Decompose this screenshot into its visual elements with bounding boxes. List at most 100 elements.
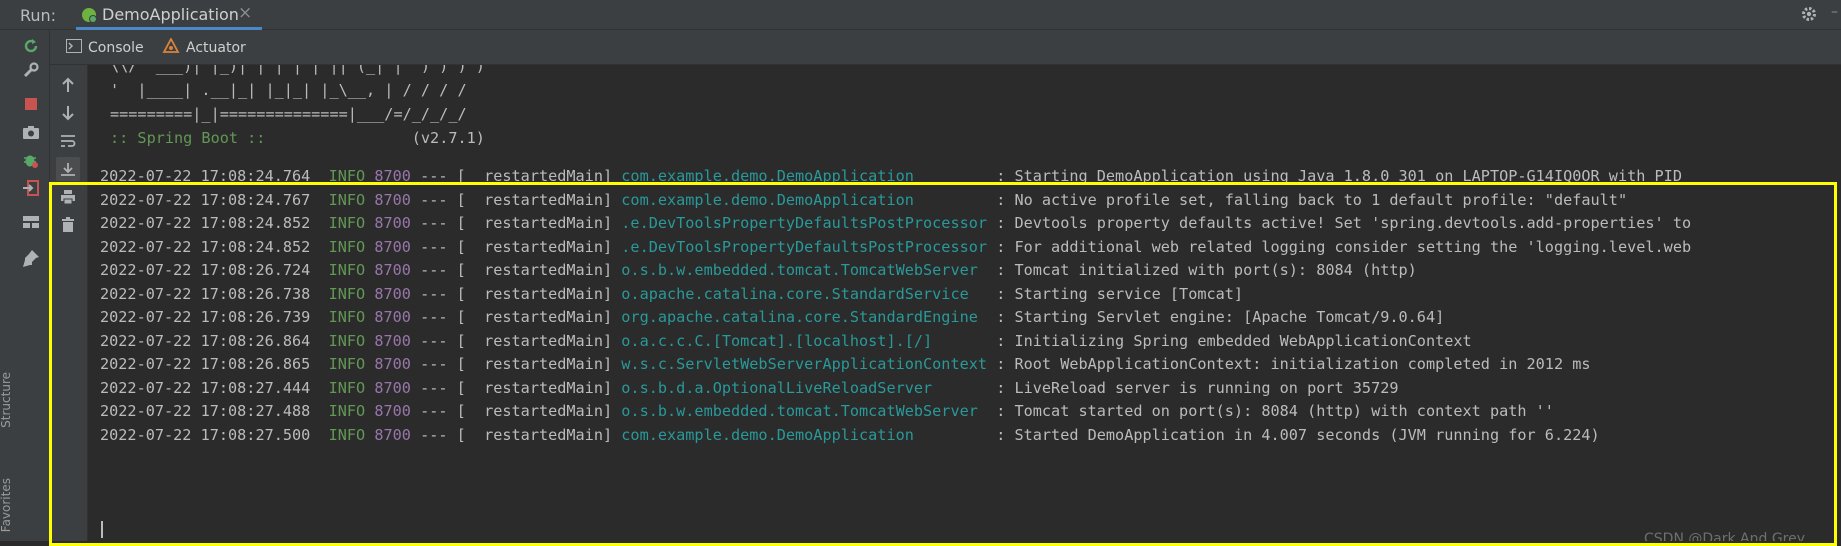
log-pid: 8700 [374,331,411,350]
log-message: : Root WebApplicationContext: initializa… [996,355,1591,373]
log-timestamp: 2022-07-22 17:08:27.444 [100,378,311,397]
log-thread: [ restartedMain] [456,308,613,326]
tab-console-label: Console [88,39,144,56]
actuator-icon [162,36,180,58]
log-line: 2022-07-22 17:08:27.444 INFO 8700 --- [ … [100,377,1399,399]
log-pid: 8700 [374,378,411,397]
camera-icon[interactable] [19,120,43,144]
log-logger: .e.DevToolsPropertyDefaultsPostProcessor [621,237,988,256]
log-logger: .e.DevToolsPropertyDefaultsPostProcessor [621,214,988,232]
run-label: Run: [20,6,57,25]
gear-icon[interactable] [1800,5,1818,27]
side-tool-strip: Structure Favorites [0,370,13,541]
log-line: 2022-07-22 17:08:24.767 INFO 8700 --- [ … [100,189,1627,211]
log-logger: o.a.c.c.C.[Tomcat].[localhost].[/] [621,331,988,350]
log-timestamp: 2022-07-22 17:08:24.767 [100,190,311,209]
log-line: 2022-07-22 17:08:26.724 INFO 8700 --- [ … [100,259,1417,281]
scroll-to-end-icon[interactable] [56,157,80,181]
soft-wrap-icon[interactable] [56,129,80,153]
tab-console[interactable]: Console [66,30,144,65]
log-pid: 8700 [374,284,411,303]
console-output[interactable]: \\/ ___)| |_)| | | | | || (_| | ) ) ) ) … [88,65,1841,541]
close-icon[interactable]: × [238,3,252,23]
log-message: : Starting service [Tomcat] [996,284,1244,303]
rerun-icon[interactable] [19,34,43,58]
log-thread: [ restartedMain] [456,355,613,373]
log-level: INFO [328,355,366,373]
log-pid: 8700 [374,167,411,185]
log-message: : LiveReload server is running on port 3… [996,378,1399,397]
log-timestamp: 2022-07-22 17:08:24.852 [100,214,311,232]
run-tab-title: DemoApplication [102,5,239,24]
trash-icon[interactable] [56,213,80,237]
log-separator: --- [420,214,448,232]
log-timestamp: 2022-07-22 17:08:26.864 [100,331,311,350]
log-logger: com.example.demo.DemoApplication [621,190,988,209]
watermark: CSDN @Dark And Grey [1644,531,1806,541]
log-timestamp: 2022-07-22 17:08:24.764 [100,167,311,185]
log-separator: --- [420,402,448,420]
arrow-up-icon[interactable] [56,73,80,97]
log-level: INFO [328,284,366,303]
log-message: : Started DemoApplication in 4.007 secon… [996,425,1600,444]
log-pid: 8700 [374,355,411,373]
log-logger: com.example.demo.DemoApplication [621,425,988,444]
log-thread: [ restartedMain] [456,237,613,256]
log-separator: --- [420,167,448,185]
bug-icon[interactable] [19,148,43,172]
log-separator: --- [420,378,448,397]
favorites-side-tab[interactable]: Favorites [0,478,13,532]
log-pid: 8700 [374,214,411,232]
structure-side-tab[interactable]: Structure [0,372,13,428]
log-pid: 8700 [374,402,411,420]
log-timestamp: 2022-07-22 17:08:27.500 [100,425,311,444]
log-separator: --- [420,308,448,326]
log-timestamp: 2022-07-22 17:08:26.739 [100,308,311,326]
run-tab-demoapplication[interactable]: DemoApplication × [76,0,262,30]
log-level: INFO [328,167,366,185]
log-message: : For additional web related logging con… [996,237,1692,256]
log-level: INFO [328,190,366,209]
log-pid: 8700 [374,308,411,326]
log-thread: [ restartedMain] [456,190,613,209]
spring-boot-label: :: Spring Boot :: [110,129,266,147]
log-thread: [ restartedMain] [456,425,613,444]
log-message: : Starting Servlet engine: [Apache Tomca… [996,308,1445,326]
log-level: INFO [328,237,366,256]
console-toolbar [50,65,88,541]
log-pid: 8700 [374,190,411,209]
run-toolwindow-header: Run: DemoApplication × – [0,0,1841,30]
log-timestamp: 2022-07-22 17:08:27.488 [100,402,311,420]
tab-actuator[interactable]: Actuator [162,30,246,65]
minimize-icon[interactable]: – [1831,4,1838,20]
stop-icon[interactable] [19,92,43,116]
log-level: INFO [328,378,366,397]
log-message: : Starting DemoApplication using Java 1.… [996,167,1682,185]
pin-icon[interactable] [19,246,43,270]
layout-icon[interactable] [19,210,43,234]
log-line: 2022-07-22 17:08:24.852 INFO 8700 --- [ … [100,212,1691,234]
log-separator: --- [420,261,448,279]
log-separator: --- [420,237,448,256]
log-thread: [ restartedMain] [456,402,613,420]
log-timestamp: 2022-07-22 17:08:26.865 [100,355,311,373]
log-level: INFO [328,402,366,420]
arrow-down-icon[interactable] [56,101,80,125]
log-level: INFO [328,331,366,350]
spring-boot-version-line: :: Spring Boot :: (v2.7.1) [110,129,485,147]
run-subtabs: Console Actuator [50,30,1841,65]
log-thread: [ restartedMain] [456,167,613,185]
wrench-icon[interactable] [19,58,43,82]
log-line: 2022-07-22 17:08:26.738 INFO 8700 --- [ … [100,283,1243,305]
log-thread: [ restartedMain] [456,261,613,279]
exit-icon[interactable] [19,176,43,200]
spring-app-icon [80,6,98,28]
banner-line: ' |____| .__|_| |_|_| |_\__, | / / / / [110,81,467,99]
log-line: 2022-07-22 17:08:26.739 INFO 8700 --- [ … [100,306,1444,328]
print-icon[interactable] [56,185,80,209]
log-logger: w.s.c.ServletWebServerApplicationContext [621,355,988,373]
log-thread: [ restartedMain] [456,284,613,303]
log-timestamp: 2022-07-22 17:08:24.852 [100,237,311,256]
log-separator: --- [420,425,448,444]
log-logger: o.s.b.d.a.OptionalLiveReloadServer [621,378,988,397]
